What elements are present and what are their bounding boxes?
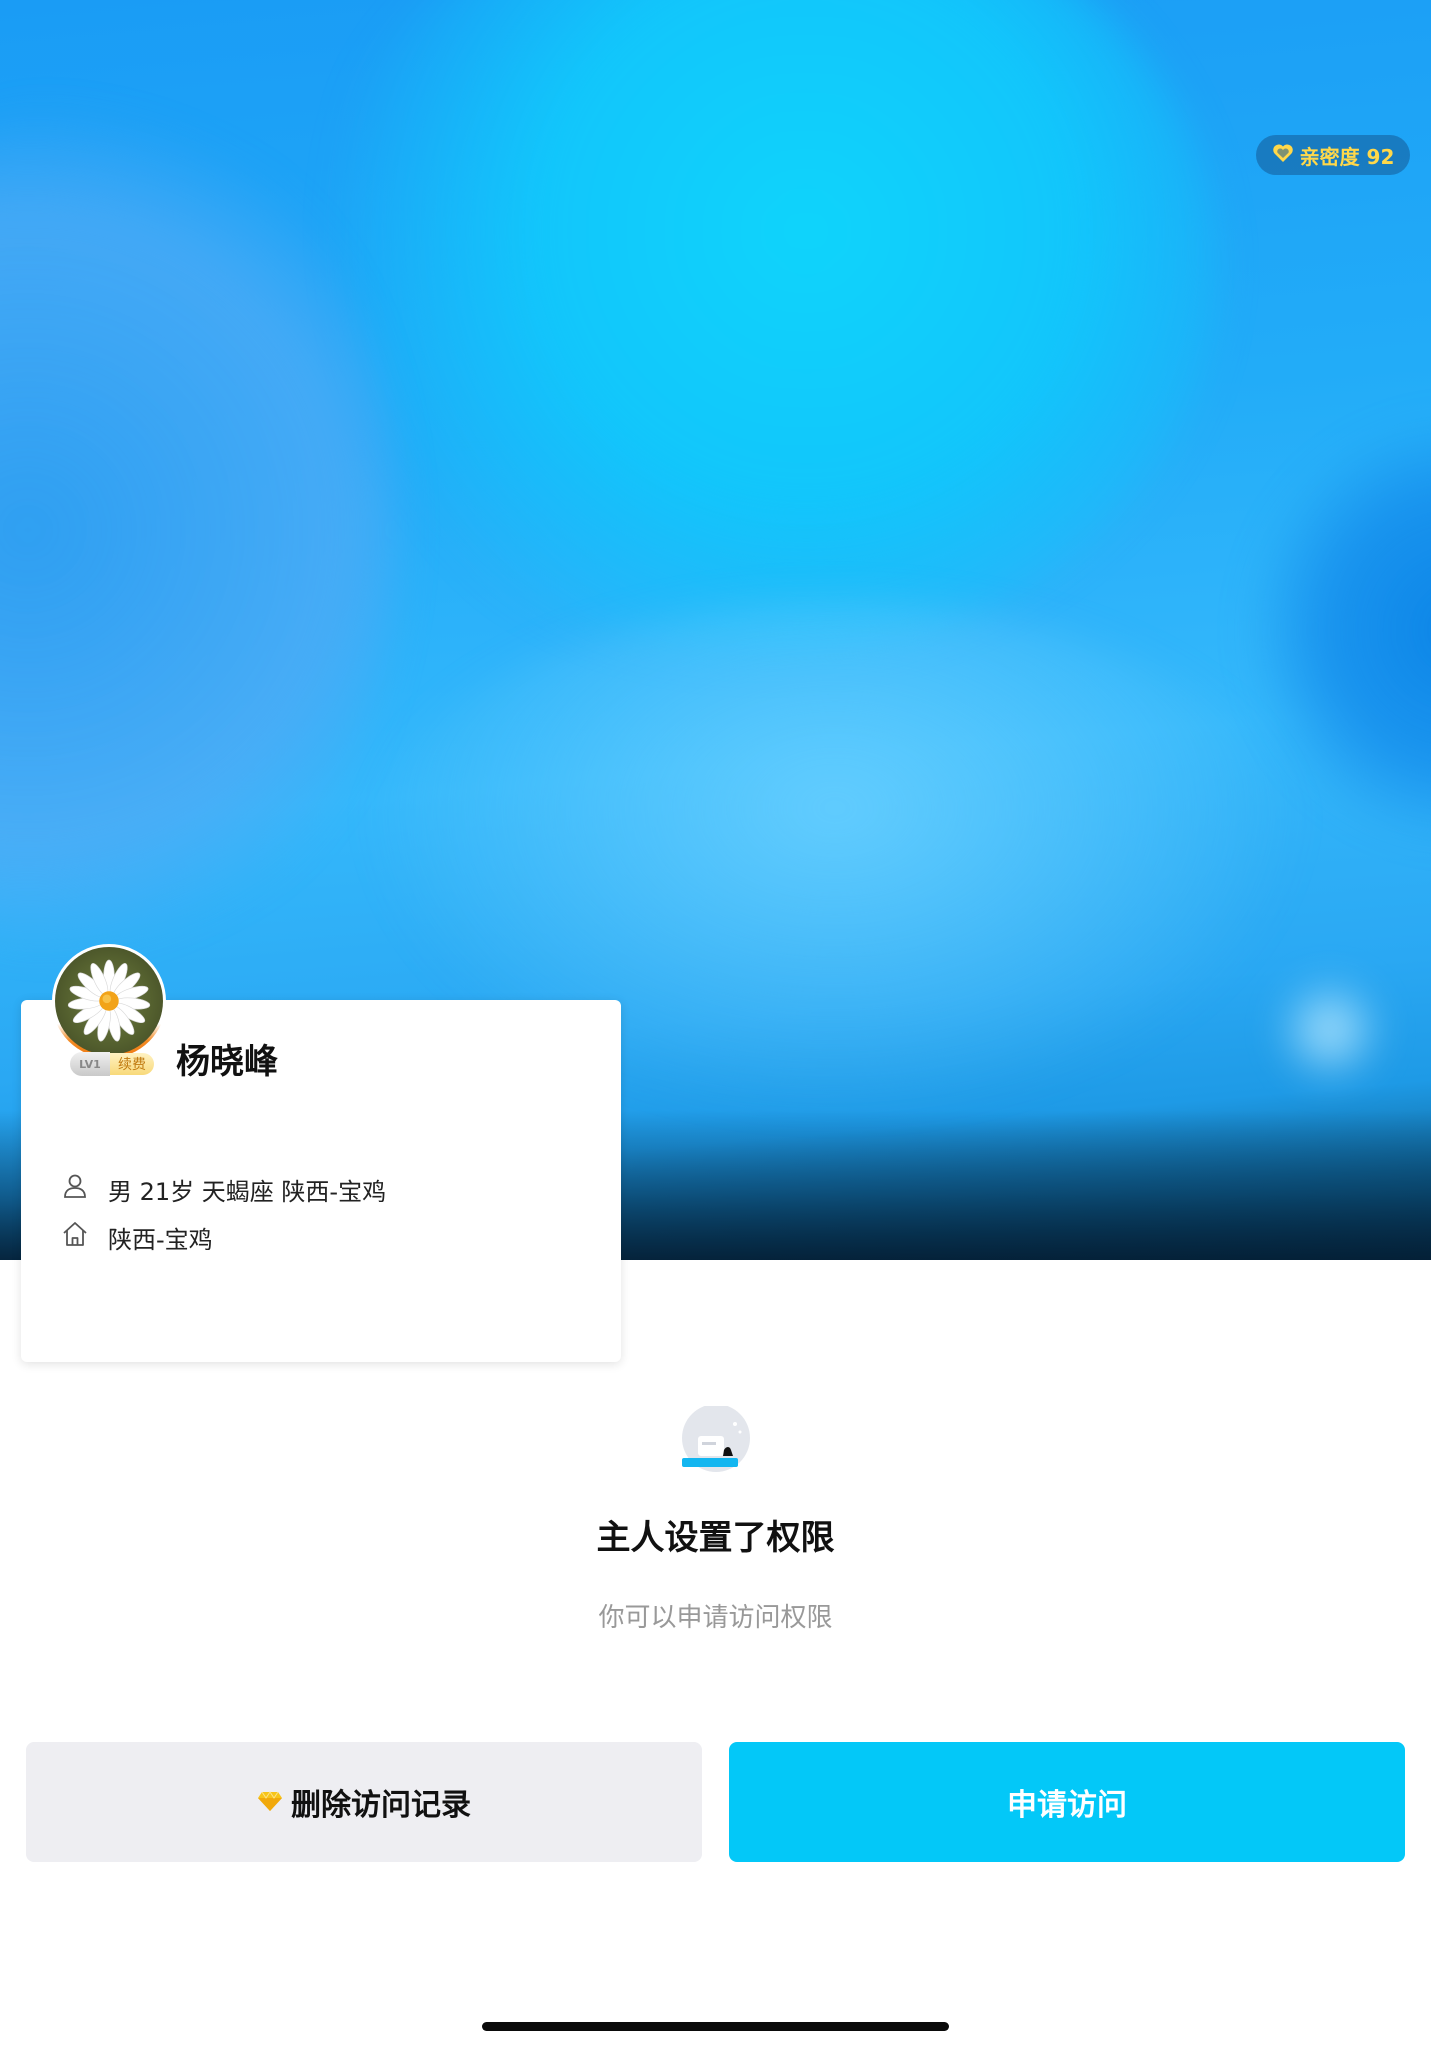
vip-badge[interactable]: LV1 续费 bbox=[70, 1052, 154, 1076]
basic-info-row: 男 21岁 天蝎座 陕西-宝鸡 bbox=[60, 1171, 386, 1207]
home-icon bbox=[60, 1219, 90, 1255]
diamond-icon bbox=[257, 1785, 283, 1820]
permission-title: 主人设置了权限 bbox=[596, 1518, 835, 1558]
vip-renew-label[interactable]: 续费 bbox=[110, 1053, 154, 1075]
locked-illustration-icon bbox=[678, 1404, 754, 1474]
permission-subtitle: 你可以申请访问权限 bbox=[598, 1603, 833, 1633]
avatar-image bbox=[55, 947, 163, 1055]
hometown-row: 陕西-宝鸡 bbox=[60, 1219, 213, 1255]
apply-access-label: 申请访问 bbox=[1007, 1788, 1127, 1823]
avatar-ring bbox=[52, 944, 166, 1058]
basic-info-text: 男 21岁 天蝎座 陕西-宝鸡 bbox=[108, 1177, 387, 1206]
intimacy-badge[interactable]: 亲密度 92 bbox=[1256, 135, 1410, 175]
cover-blob bbox=[1275, 975, 1385, 1085]
person-icon bbox=[60, 1171, 90, 1207]
intimacy-label: 亲密度 92 bbox=[1299, 144, 1395, 169]
delete-visit-record-button[interactable]: 删除访问记录 bbox=[26, 1742, 702, 1862]
delete-visit-record-label: 删除访问记录 bbox=[291, 1788, 471, 1823]
home-indicator[interactable] bbox=[482, 2022, 949, 2031]
heart-icon bbox=[1272, 143, 1294, 168]
cover-blob bbox=[300, 0, 1220, 660]
avatar[interactable] bbox=[52, 944, 166, 1058]
hometown-text: 陕西-宝鸡 bbox=[108, 1225, 213, 1254]
vip-level: LV1 bbox=[70, 1052, 110, 1076]
profile-name: 杨晓峰 bbox=[176, 1042, 278, 1082]
apply-access-button[interactable]: 申请访问 bbox=[729, 1742, 1405, 1862]
